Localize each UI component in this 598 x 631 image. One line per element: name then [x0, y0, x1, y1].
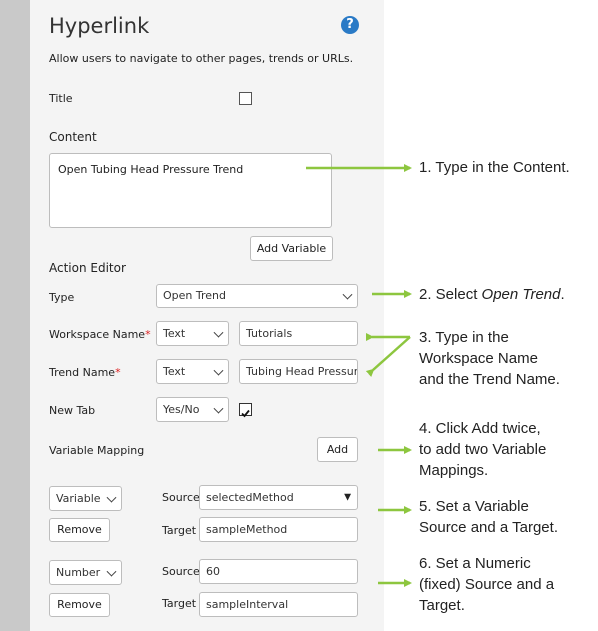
note-step-6: 6. Set a Numeric (fixed) Source and a Ta…	[419, 555, 555, 614]
note-step-1: 1. Type in the Content.	[419, 159, 570, 176]
arrow-trend	[365, 336, 411, 377]
note-step-2: 2. Select Open Trend.	[419, 286, 565, 303]
note-step-4: 4. Click Add twice, to add two Variable …	[419, 420, 547, 479]
note-step-3: 3. Type in the Workspace Name and the Tr…	[419, 329, 560, 388]
note-step-5: 5. Set a Variable Source and a Target.	[419, 498, 558, 536]
